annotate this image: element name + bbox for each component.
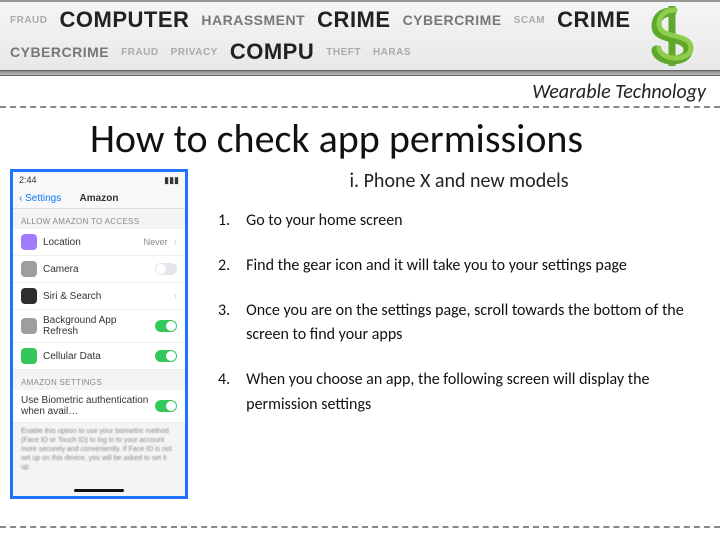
step-number: 4. xyxy=(210,362,238,432)
phone-row-siri: Siri & Search › xyxy=(13,283,185,310)
siri-icon xyxy=(21,288,37,304)
phone-title: Amazon xyxy=(13,193,185,204)
phone-row-cellular: Cellular Data xyxy=(13,343,185,370)
page-title: How to check app permissions xyxy=(0,108,720,169)
step-text: When you choose an app, the following sc… xyxy=(238,362,708,432)
phone-fine-print: Enable this option to use your biometric… xyxy=(13,423,185,476)
cellular-icon xyxy=(21,348,37,364)
footer-divider xyxy=(0,526,720,528)
phone-row-camera: Camera xyxy=(13,256,185,283)
step-number: 1. xyxy=(210,203,238,248)
toggle-off-icon xyxy=(155,263,177,275)
phone-screenshot: 2:44 ▮▮▮ ‹ Settings Amazon ALLOW AMAZON … xyxy=(10,169,188,499)
dollar-icon xyxy=(642,6,702,66)
header-banner: FRAUD COMPUTER HARASSMENT CRIME CYBERCRI… xyxy=(0,0,720,70)
step-text: Find the gear icon and it will take you … xyxy=(238,248,708,293)
toggle-on-icon xyxy=(155,350,177,362)
step-number: 2. xyxy=(210,248,238,293)
header-subtitle: Wearable Technology xyxy=(0,76,720,108)
refresh-icon xyxy=(21,318,37,334)
camera-icon xyxy=(21,261,37,277)
instructions-subtitle: i. Phone X and new models xyxy=(210,169,708,193)
toggle-on-icon xyxy=(155,400,177,412)
step-row: 3. Once you are on the settings page, sc… xyxy=(210,293,708,363)
steps-list: 1. Go to your home screen 2. Find the ge… xyxy=(210,203,708,432)
phone-nav-bar: ‹ Settings Amazon xyxy=(13,189,185,209)
phone-indicators: ▮▮▮ xyxy=(164,175,179,186)
step-row: 4. When you choose an app, the following… xyxy=(210,362,708,432)
instructions-block: i. Phone X and new models 1. Go to your … xyxy=(188,169,720,499)
step-row: 1. Go to your home screen xyxy=(210,203,708,248)
phone-home-indicator xyxy=(74,489,124,492)
step-text: Once you are on the settings page, scrol… xyxy=(238,293,708,363)
phone-row-refresh: Background App Refresh xyxy=(13,310,185,343)
chevron-right-icon: › xyxy=(174,291,177,302)
phone-section-header: AMAZON SETTINGS xyxy=(13,370,185,390)
phone-status-bar: 2:44 ▮▮▮ xyxy=(13,172,185,189)
phone-section-header: ALLOW AMAZON TO ACCESS xyxy=(13,209,185,229)
banner-wordcloud: FRAUD COMPUTER HARASSMENT CRIME CYBERCRI… xyxy=(0,2,720,70)
location-icon xyxy=(21,234,37,250)
step-row: 2. Find the gear icon and it will take y… xyxy=(210,248,708,293)
phone-row-biometric: Use Biometric authentication when avail… xyxy=(13,390,185,423)
chevron-right-icon: › xyxy=(174,237,177,248)
phone-row-location: Location Never › xyxy=(13,229,185,256)
step-number: 3. xyxy=(210,293,238,363)
toggle-on-icon xyxy=(155,320,177,332)
step-text: Go to your home screen xyxy=(238,203,708,248)
phone-time: 2:44 xyxy=(19,175,37,186)
